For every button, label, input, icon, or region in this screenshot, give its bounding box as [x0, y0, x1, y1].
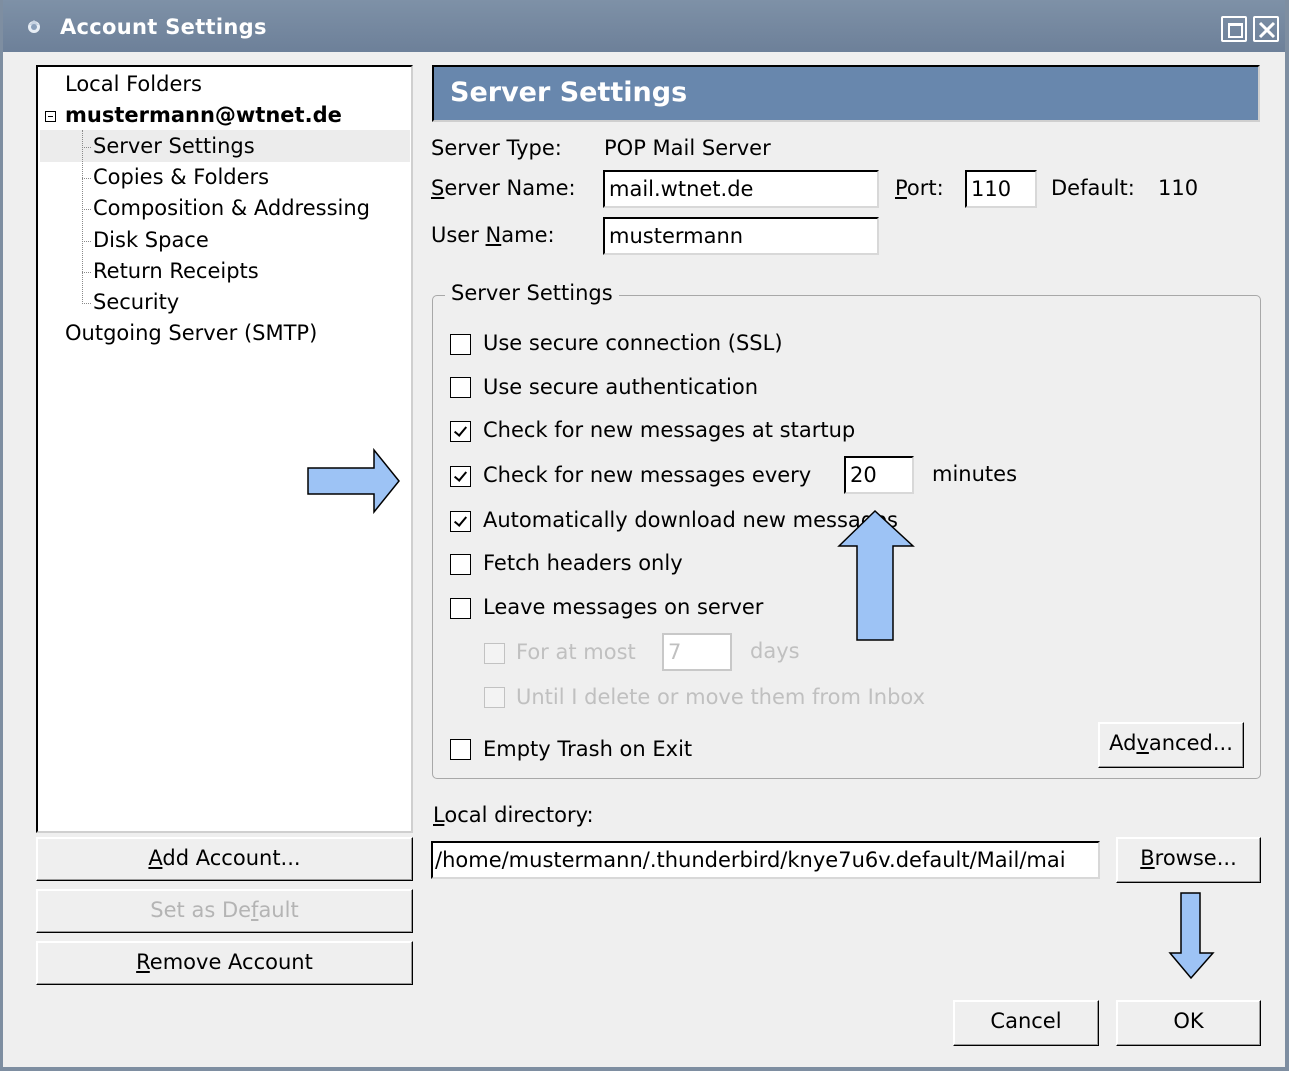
button-label: Set as De: [150, 898, 252, 922]
local-directory-label: Local directory:: [433, 803, 594, 827]
annotation-arrow-down-icon: [1168, 892, 1215, 980]
ssl-label[interactable]: Use secure connection (SSL): [483, 331, 783, 355]
ok-button[interactable]: OK: [1116, 1000, 1261, 1046]
secure-auth-checkbox[interactable]: [450, 377, 471, 398]
days-label: days: [750, 639, 800, 663]
port-label: Port:: [895, 176, 944, 200]
tree-connector: [82, 209, 91, 210]
tree-item-composition-addressing[interactable]: Composition & Addressing: [93, 196, 370, 220]
cancel-button[interactable]: Cancel: [953, 1000, 1099, 1046]
user-name-label: User Name:: [431, 223, 555, 247]
mnemonic: A: [148, 846, 163, 870]
tree-connector: [82, 147, 91, 148]
page-title: Server Settings: [450, 77, 688, 108]
add-account-button[interactable]: Add Account...: [36, 837, 413, 881]
set-as-default-button[interactable]: Set as Default: [36, 889, 413, 933]
leave-on-server-checkbox[interactable]: [450, 598, 471, 619]
local-directory-input[interactable]: /home/mustermann/.thunderbird/knye7u6v.d…: [431, 841, 1100, 879]
tree-item-server-settings[interactable]: Server Settings: [93, 134, 255, 158]
mnemonic: S: [431, 176, 445, 200]
user-name-input[interactable]: mustermann: [603, 217, 879, 255]
remove-account-button[interactable]: Remove Account: [36, 941, 413, 985]
mnemonic: v: [1136, 731, 1149, 755]
tree-item-copies-folders[interactable]: Copies & Folders: [93, 165, 269, 189]
tree-item-outgoing-server[interactable]: Outgoing Server (SMTP): [65, 321, 317, 345]
button-label: dd Account...: [162, 846, 301, 870]
server-name-label: Server Name:: [431, 176, 576, 200]
account-settings-window: Account Settings Local Folders musterman…: [0, 0, 1289, 1071]
auto-download-checkbox[interactable]: [450, 511, 471, 532]
default-port-value: 110: [1158, 176, 1199, 200]
tree-connector: [82, 303, 91, 304]
for-at-most-checkbox[interactable]: [484, 643, 505, 664]
empty-trash-label[interactable]: Empty Trash on Exit: [483, 737, 692, 761]
annotation-arrow-up-icon: [837, 509, 915, 641]
collapse-icon[interactable]: [45, 111, 56, 122]
label-text: ort:: [906, 176, 944, 200]
maximize-button[interactable]: [1221, 16, 1247, 42]
tree-item-security[interactable]: Security: [93, 290, 179, 314]
button-label: anced...: [1148, 731, 1233, 755]
mnemonic: P: [895, 176, 907, 200]
tree-item-account[interactable]: mustermann@wtnet.de: [65, 103, 342, 127]
title-bar[interactable]: Account Settings: [3, 0, 1285, 52]
mnemonic: L: [433, 803, 445, 827]
check-interval-input[interactable]: 20: [844, 456, 914, 494]
mnemonic: R: [136, 950, 150, 974]
annotation-arrow-right-icon: [307, 448, 400, 514]
window-title: Account Settings: [60, 15, 267, 39]
tree-connector: [82, 241, 91, 242]
days-input[interactable]: 7: [662, 633, 732, 671]
close-icon: [1258, 21, 1276, 39]
for-at-most-label[interactable]: For at most: [516, 640, 636, 664]
fetch-headers-checkbox[interactable]: [450, 554, 471, 575]
group-title: Server Settings: [445, 281, 619, 305]
port-input[interactable]: 110: [965, 170, 1037, 208]
check-startup-checkbox[interactable]: [450, 421, 471, 442]
until-delete-checkbox[interactable]: [484, 687, 505, 708]
thunderbird-app-icon: [28, 20, 40, 33]
secure-auth-label[interactable]: Use secure authentication: [483, 375, 758, 399]
server-type-label: Server Type:: [431, 136, 562, 160]
label-text: ame:: [501, 223, 555, 247]
server-name-input[interactable]: mail.wtnet.de: [603, 170, 879, 208]
advanced-button[interactable]: Advanced...: [1098, 722, 1244, 768]
check-startup-label[interactable]: Check for new messages at startup: [483, 418, 855, 442]
check-every-checkbox[interactable]: [450, 466, 471, 487]
label-text: ocal directory:: [444, 803, 594, 827]
button-label: Ad: [1109, 731, 1137, 755]
minutes-label: minutes: [932, 462, 1018, 486]
tree-connector-line: [82, 130, 83, 304]
panel-header: Server Settings: [432, 65, 1260, 122]
button-label: emove Account: [149, 950, 313, 974]
label-text: erver Name:: [444, 176, 576, 200]
close-button[interactable]: [1253, 16, 1279, 42]
tree-item-disk-space[interactable]: Disk Space: [93, 228, 209, 252]
auto-download-label[interactable]: Automatically download new messages: [483, 508, 898, 532]
button-label: rowse...: [1154, 846, 1237, 870]
ssl-checkbox[interactable]: [450, 334, 471, 355]
tree-item-return-receipts[interactable]: Return Receipts: [93, 259, 259, 283]
default-port-label: Default:: [1051, 176, 1135, 200]
server-type-value: POP Mail Server: [604, 136, 771, 160]
fetch-headers-label[interactable]: Fetch headers only: [483, 551, 683, 575]
button-label: ault: [258, 898, 299, 922]
mnemonic: N: [485, 223, 502, 247]
tree-connector: [82, 178, 91, 179]
empty-trash-checkbox[interactable]: [450, 739, 471, 760]
browse-button[interactable]: Browse...: [1116, 837, 1261, 883]
until-delete-label[interactable]: Until I delete or move them from Inbox: [516, 685, 925, 709]
check-every-label[interactable]: Check for new messages every: [483, 463, 811, 487]
mnemonic: B: [1140, 846, 1155, 870]
leave-on-server-label[interactable]: Leave messages on server: [483, 595, 763, 619]
tree-item-local-folders[interactable]: Local Folders: [65, 72, 202, 96]
label-text: User: [431, 223, 486, 247]
tree-connector: [82, 272, 91, 273]
